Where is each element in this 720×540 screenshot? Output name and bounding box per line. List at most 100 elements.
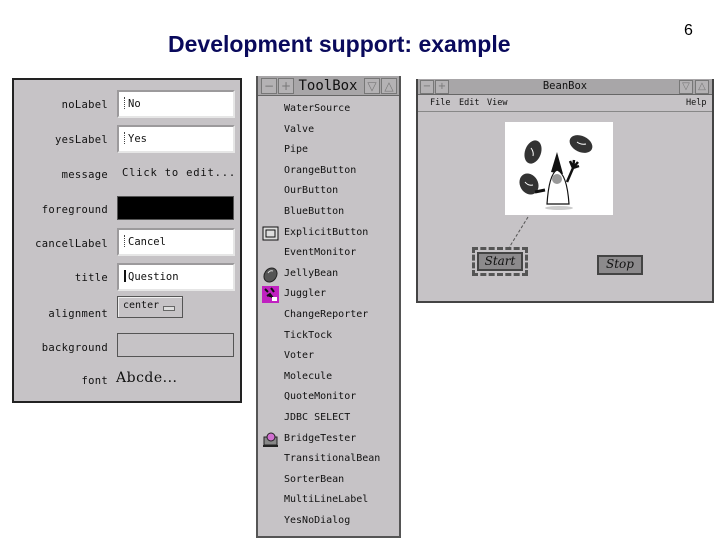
toolbox-item[interactable]: TransitionalBean xyxy=(258,450,399,470)
prop-row-nolabel: noLabel No xyxy=(14,90,240,120)
toolbox-item[interactable]: MultiLineLabel xyxy=(258,491,399,511)
property-sheet: noLabel No yesLabel Yes message Click to… xyxy=(12,78,242,403)
toolbox-item-label: Voter xyxy=(284,350,315,362)
dropdown-indicator-icon xyxy=(163,306,175,311)
start-button[interactable]: Start xyxy=(477,252,523,271)
raise-icon[interactable]: △ xyxy=(695,80,709,94)
toolbox-item[interactable]: OrangeButton xyxy=(258,162,399,182)
toolbox-item[interactable]: SorterBean xyxy=(258,471,399,491)
text-caret xyxy=(124,270,127,282)
prop-label: message xyxy=(61,169,108,181)
jellybean-icon xyxy=(262,266,279,283)
prop-row-background: background xyxy=(14,332,240,362)
toolbox-item-label: JDBC SELECT xyxy=(284,412,351,423)
toolbox-item-label: TransitionalBean xyxy=(284,453,381,465)
text-caret xyxy=(124,97,127,109)
menu-edit[interactable]: Edit xyxy=(459,98,479,108)
nolabel-field[interactable]: No xyxy=(117,90,235,118)
message-value[interactable]: Click to edit... xyxy=(122,167,236,179)
toolbox-item-label: BlueButton xyxy=(284,206,345,217)
prop-row-foreground: foreground xyxy=(14,195,240,225)
toolbox-item-label: Valve xyxy=(284,123,315,135)
toolbox-item[interactable]: WaterSource xyxy=(258,100,399,120)
text-caret xyxy=(124,132,127,144)
button-icon xyxy=(262,225,279,242)
toolbox-item-label: TickTock xyxy=(284,329,333,341)
stop-button[interactable]: Stop xyxy=(597,255,643,275)
toolbox-item[interactable]: JellyBean xyxy=(258,265,399,285)
prop-label: background xyxy=(41,342,108,354)
toolbox-item-label: Juggler xyxy=(284,288,327,300)
prop-row-font: font Abcde... xyxy=(14,368,240,398)
field-value: Cancel xyxy=(128,236,166,248)
toolbox-item-label: MultiLineLabel xyxy=(284,494,369,506)
prop-label: cancelLabel xyxy=(35,238,108,250)
toolbox-item-label: JellyBean xyxy=(284,267,339,279)
toolbox-item[interactable]: YesNoDialog xyxy=(258,512,399,532)
toolbox-item[interactable]: EventMonitor xyxy=(258,244,399,264)
prop-row-title: title Question xyxy=(14,263,240,293)
juggler-icon xyxy=(262,286,279,304)
toolbox-item[interactable]: ExplicitButton xyxy=(258,224,399,244)
juggler-duke-icon xyxy=(519,135,593,210)
bridge-tester-icon xyxy=(262,431,279,448)
toolbox-title: ToolBox xyxy=(298,78,358,94)
field-value: Question xyxy=(128,271,179,283)
toolbox-item-label: ChangeReporter xyxy=(284,309,369,320)
alignment-choice[interactable]: center xyxy=(117,296,183,318)
maximize-icon[interactable]: + xyxy=(278,78,294,94)
beanbox-titlebar[interactable]: − + BeanBox ▽ △ xyxy=(418,79,712,95)
raise-icon[interactable]: △ xyxy=(381,78,397,94)
menu-help[interactable]: Help xyxy=(686,98,706,108)
prop-label: title xyxy=(74,272,108,284)
toolbox-item[interactable]: Valve xyxy=(258,121,399,141)
toolbox-item[interactable]: QuoteMonitor xyxy=(258,388,399,408)
toolbox-item-label: BridgeTester xyxy=(284,432,357,444)
toolbox-item[interactable]: Molecule xyxy=(258,368,399,388)
juggler-bean[interactable] xyxy=(505,122,613,215)
text-caret xyxy=(124,235,127,247)
beanbox-menubar: File Edit View Help xyxy=(418,95,712,112)
background-color-swatch[interactable] xyxy=(117,333,234,357)
prop-label: font xyxy=(81,375,108,387)
toolbox-item[interactable]: Voter xyxy=(258,347,399,367)
toolbox-item[interactable]: JDBC SELECT xyxy=(258,409,399,429)
field-value: Yes xyxy=(128,133,147,145)
prop-label: foreground xyxy=(41,204,108,216)
toolbox-item-label: EventMonitor xyxy=(284,247,357,259)
toolbox-item-label: YesNoDialog xyxy=(284,515,351,526)
toolbox-item-label: OrangeButton xyxy=(284,164,357,176)
font-sample[interactable]: Abcde... xyxy=(116,370,178,386)
toolbox-item[interactable]: Pipe xyxy=(258,141,399,161)
toolbox-item[interactable]: BridgeTester xyxy=(258,430,399,450)
toolbox-item-label: OurButton xyxy=(284,185,339,197)
toolbox-item[interactable]: ChangeReporter xyxy=(258,306,399,326)
toolbox-item[interactable]: Juggler xyxy=(258,285,399,305)
page-number: 6 xyxy=(684,22,693,39)
toolbox-item[interactable]: BlueButton xyxy=(258,203,399,223)
prop-row-message: message Click to edit... xyxy=(14,160,240,190)
prop-row-alignment: alignment center xyxy=(14,296,240,326)
lower-icon[interactable]: ▽ xyxy=(679,80,693,94)
toolbox-window: − + ToolBox ▽ △ WaterSource Valve Pipe Oran… xyxy=(256,76,401,538)
title-field[interactable]: Question xyxy=(117,263,235,291)
menu-view[interactable]: View xyxy=(487,98,507,108)
foreground-color-swatch[interactable] xyxy=(117,196,234,220)
choice-value: center xyxy=(123,300,160,311)
toolbox-item[interactable]: TickTock xyxy=(258,327,399,347)
beanbox-title: BeanBox xyxy=(542,80,588,92)
toolbox-item-label: Molecule xyxy=(284,370,333,382)
lower-icon[interactable]: ▽ xyxy=(364,78,380,94)
toolbox-item-label: QuoteMonitor xyxy=(284,391,357,403)
toolbox-item-label: ExplicitButton xyxy=(284,226,369,238)
cancellabel-field[interactable]: Cancel xyxy=(117,228,235,256)
minimize-icon[interactable]: − xyxy=(261,78,277,94)
toolbox-item[interactable]: OurButton xyxy=(258,182,399,202)
toolbox-item-label: Pipe xyxy=(284,144,309,156)
toolbox-titlebar[interactable]: − + ToolBox ▽ △ xyxy=(258,76,399,96)
toolbox-item-label: SorterBean xyxy=(284,473,345,485)
prop-label: yesLabel xyxy=(55,134,108,146)
slide-title: Development support: example xyxy=(168,31,511,57)
menu-file[interactable]: File xyxy=(430,98,450,108)
yeslabel-field[interactable]: Yes xyxy=(117,125,235,153)
